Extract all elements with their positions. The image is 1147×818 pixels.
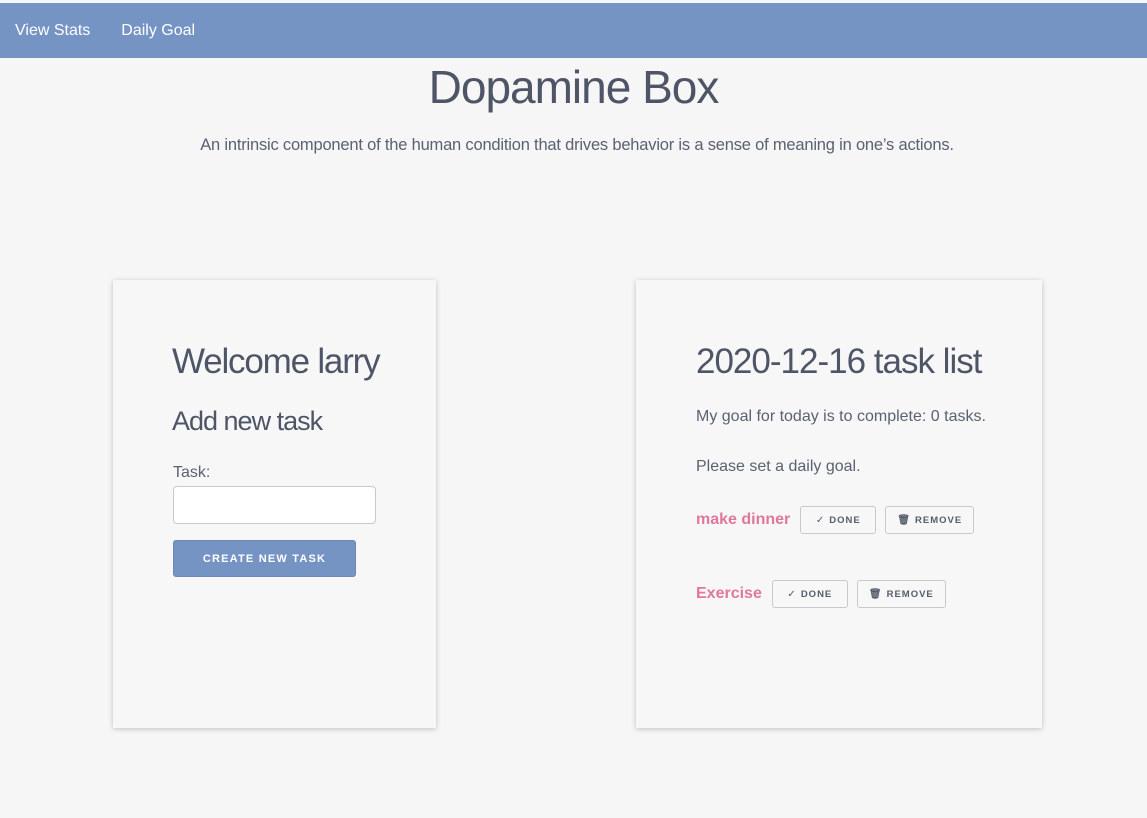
remove-button[interactable]: 🗑 REMOVE [885,506,975,534]
task-item: Exercise ✓ DONE 🗑 REMOVE [696,580,955,608]
add-task-heading: Add new task [172,406,323,436]
remove-button-label: REMOVE [886,588,934,600]
page: View Stats Daily Goal Dopamine Box An in… [0,0,1147,818]
task-field-label: Task: [173,464,211,481]
trash-icon: 🗑 [868,588,883,600]
task-name: make dinner [696,511,791,528]
check-icon: ✓ [787,588,797,600]
task-list-card: 2020-12-16 task list My goal for today i… [636,280,1042,728]
welcome-heading: Welcome larry [172,342,381,381]
nav-daily-goal[interactable]: Daily Goal [121,22,195,40]
check-icon: ✓ [815,514,826,526]
done-button[interactable]: ✓ DONE [771,580,848,608]
done-button-label: DONE [829,514,861,526]
set-goal-prompt: Please set a daily goal. [696,458,861,475]
add-task-card: Welcome larry Add new task Task: CREATE … [113,280,436,728]
daily-goal-text: My goal for today is to complete: 0 task… [696,408,986,425]
page-subtitle: An intrinsic component of the human cond… [200,136,954,154]
done-button[interactable]: ✓ DONE [800,506,877,534]
nav-view-stats[interactable]: View Stats [15,22,90,40]
task-item: make dinner ✓ DONE 🗑 REMOVE [696,506,983,534]
task-list-heading: 2020-12-16 task list [696,342,982,381]
task-name: Exercise [696,585,762,602]
top-nav-bar: View Stats Daily Goal [0,3,1147,58]
create-new-task-button[interactable]: CREATE NEW TASK [173,540,356,577]
trash-icon: 🗑 [897,514,912,526]
done-button-label: DONE [800,588,833,600]
remove-button[interactable]: 🗑 REMOVE [856,580,946,608]
task-input[interactable] [173,486,376,524]
page-title: Dopamine Box [428,61,720,113]
remove-button-label: REMOVE [915,514,963,526]
